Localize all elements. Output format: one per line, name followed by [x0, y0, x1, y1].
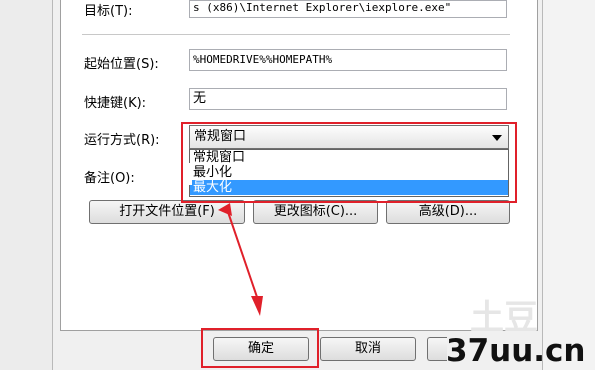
properties-dialog: 目标(T): s (x86)\Internet Explorer\iexplor…	[0, 0, 595, 370]
watermark-faded-text: 土豆	[470, 298, 538, 338]
site-watermark: 37uu.cn	[446, 333, 586, 369]
